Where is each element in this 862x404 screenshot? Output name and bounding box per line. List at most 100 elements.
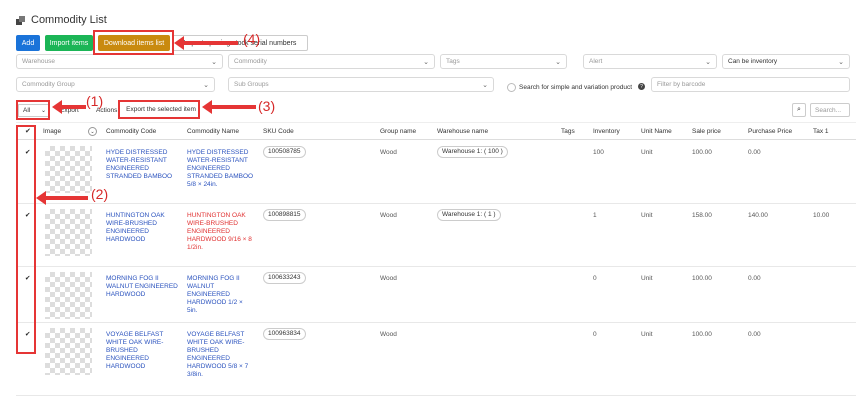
inventory-value: 0 [593, 331, 597, 338]
column-header[interactable]: Commodity Code [106, 128, 156, 135]
table-row[interactable]: ✔ VOYAGE BELFAST WHITE OAK WIRE- BRUSHED EN… [16, 324, 856, 396]
annotation-arrow-3 [202, 100, 256, 114]
chevron-down-icon: ⌄ [211, 59, 217, 66]
sale-price: 100.00 [692, 149, 712, 156]
table-row[interactable]: ✔ HUNTINGTON OAK WIRE-BRUSHED ENGINEERED HAR… [16, 205, 856, 267]
commodity-name-line: HARDWOOD 1/2 × [187, 299, 243, 306]
warehouse-badge: Warehouse 1: ( 100 ) [437, 146, 508, 158]
sale-price: 100.00 [692, 331, 712, 338]
item-image [45, 146, 92, 193]
group-name: Wood [380, 275, 397, 282]
commodity-name[interactable]: HYDE DISTRESSED WATER-RESISTANT ENGINEERED… [187, 149, 259, 189]
column-header[interactable]: Purchase Price [748, 128, 792, 135]
purchase-price: 0.00 [748, 149, 761, 156]
purchase-price: 0.00 [748, 275, 761, 282]
commodity-name-line: WIRE-BRUSHED [187, 220, 238, 227]
import-items-button[interactable]: Import items [45, 35, 93, 51]
inventory-value: 100 [593, 149, 604, 156]
unit-name: Unit [641, 331, 653, 338]
commodity-name-line: HUNTINGTON OAK [187, 212, 246, 219]
group-name: Wood [380, 331, 397, 338]
table-row[interactable]: ✔ MORNING FOG II WALNUT ENGINEERED HARDWOOD… [16, 268, 856, 323]
chevron-down-icon: ⌄ [423, 59, 429, 66]
commodity-group-filter[interactable]: Commodity Group ⌄ [16, 77, 215, 92]
commodity-name-line: 5in. [187, 307, 198, 314]
column-header[interactable]: Tax 1 [813, 128, 829, 135]
column-header[interactable]: Unit Name [641, 128, 672, 135]
annotation-label-4: (4) [243, 31, 261, 47]
commodity-code-line: ENGINEERED [106, 228, 149, 235]
alert-filter[interactable]: Alert ⌄ [583, 54, 717, 69]
commodity-name-line: HARDWOOD 5/8 × 7 [187, 363, 249, 370]
sub-groups-filter[interactable]: Sub Groups ⌄ [228, 77, 494, 92]
sku-badge: 100508785 [263, 146, 306, 158]
commodity-code-line: WATER-RESISTANT [106, 157, 167, 164]
commodity-name-line: WATER-RESISTANT [187, 157, 248, 164]
tax-value: 10.00 [813, 212, 830, 219]
commodity-code-line: MORNING FOG II [106, 275, 159, 282]
column-header[interactable]: Group name [380, 128, 416, 135]
simple-variation-checkbox[interactable] [507, 83, 516, 92]
search-icon[interactable]: ⌕ [792, 103, 806, 117]
commodity-code-line: VOYAGE BELFAST [106, 331, 164, 338]
commodity-filter[interactable]: Commodity ⌄ [228, 54, 435, 69]
commodity-name[interactable]: HUNTINGTON OAK WIRE-BRUSHED ENGINEERED HARD… [187, 212, 259, 252]
unit-name: Unit [641, 275, 653, 282]
commodity-name[interactable]: MORNING FOG II WALNUT ENGINEERED HARDWOOD 1… [187, 275, 259, 315]
commodity-code-line: WIRE-BRUSHED [106, 220, 157, 227]
item-image [45, 272, 92, 319]
commodity-name-line: 1/2in. [187, 244, 203, 251]
page-header: Commodity List [16, 12, 107, 28]
sale-price: 100.00 [692, 275, 712, 282]
barcode-input[interactable]: Filter by barcode [651, 77, 850, 92]
chevron-down-icon: ⌄ [482, 82, 488, 89]
column-header[interactable]: Warehouse name [437, 128, 488, 135]
commodity-code-link[interactable]: HYDE DISTRESSED WATER-RESISTANT ENGINEERED… [106, 149, 180, 181]
commodity-name-line: ENGINEERED [187, 228, 230, 235]
column-header[interactable]: Inventory [593, 128, 620, 135]
commodity-name[interactable]: VOYAGE BELFAST WHITE OAK WIRE- BRUSHED ENGI… [187, 331, 259, 379]
simple-variation-label: Search for simple and variation product [519, 84, 633, 91]
commodity-name-line: 3/8in. [187, 371, 203, 378]
warehouse-filter[interactable]: Warehouse ⌄ [16, 54, 223, 69]
annotation-label-2: (2) [91, 186, 109, 202]
barcode-placeholder: Filter by barcode [657, 81, 706, 88]
table-search-input[interactable]: Search... [810, 103, 850, 117]
commodity-filter-label: Commodity [234, 58, 267, 65]
commodity-code-line: HUNTINGTON OAK [106, 212, 165, 219]
annotation-label-3: (3) [258, 98, 276, 114]
commodity-code-line: HARDWOOD [106, 291, 146, 298]
sale-price: 158.00 [692, 212, 712, 219]
annotation-arrow-2 [36, 191, 88, 205]
purchase-price: 140.00 [748, 212, 768, 219]
annotation-label-1: (1) [86, 93, 104, 109]
column-header[interactable]: Image [43, 128, 61, 135]
commodity-name-line: VOYAGE BELFAST [187, 331, 245, 338]
commodity-name-line: ENGINEERED [187, 291, 230, 298]
table-row[interactable]: ✔ HYDE DISTRESSED WATER-RESISTANT ENGINEERE… [16, 142, 856, 204]
column-header[interactable]: SKU Code [263, 128, 294, 135]
chevron-down-icon: ⌄ [838, 59, 844, 66]
group-name: Wood [380, 212, 397, 219]
commodity-code-link[interactable]: HUNTINGTON OAK WIRE-BRUSHED ENGINEERED HARD… [106, 212, 180, 244]
commodity-code-line: ENGINEERED [106, 165, 149, 172]
commodity-name-line: HARDWOOD 9/16 × 8 [187, 236, 252, 243]
commodity-name-line: STRANDED BAMBOO [187, 173, 254, 180]
add-button[interactable]: Add [16, 35, 40, 51]
commodity-code-link[interactable]: MORNING FOG II WALNUT ENGINEERED HARDWOOD [106, 275, 180, 299]
table-search-placeholder: Search... [815, 106, 842, 114]
annotation-arrow-1 [52, 100, 86, 114]
can-be-inventory-filter[interactable]: Can be inventory ⌄ [722, 54, 850, 69]
tags-filter[interactable]: Tags ⌄ [440, 54, 567, 69]
column-header[interactable]: Sale price [692, 128, 721, 135]
commodity-code-link[interactable]: VOYAGE BELFAST WHITE OAK WIRE- BRUSHED ENG… [106, 331, 180, 371]
commodity-code-line: HARDWOOD [106, 363, 146, 370]
unit-name: Unit [641, 149, 653, 156]
help-icon[interactable]: ? [638, 83, 645, 90]
can-be-inventory-label: Can be inventory [728, 58, 778, 65]
column-header[interactable]: Commodity Name [187, 128, 239, 135]
commodity-code-line: STRANDED BAMBOO [106, 173, 173, 180]
commodity-group-label: Commodity Group [22, 81, 75, 88]
chevron-down-icon[interactable]: ⌄ [88, 127, 97, 136]
column-header[interactable]: Tags [561, 128, 575, 135]
